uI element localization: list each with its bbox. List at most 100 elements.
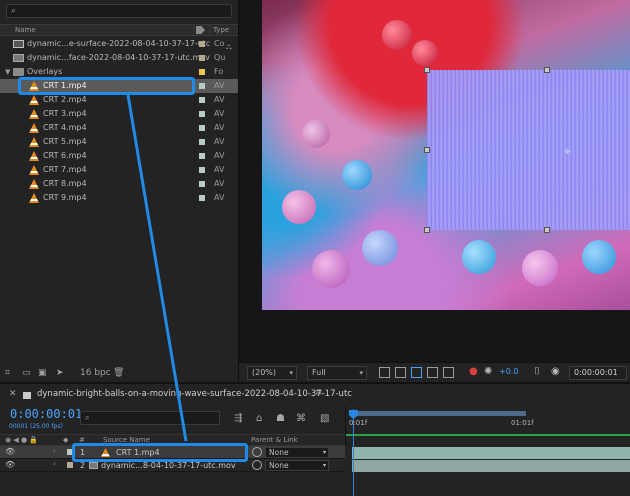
new-folder-icon[interactable]: ▭ bbox=[22, 368, 31, 378]
parent-dropdown[interactable]: None ▾ bbox=[265, 447, 329, 458]
comp-mini-flowchart-icon[interactable]: ⇶ bbox=[234, 413, 242, 424]
project-item[interactable]: CRT 8.mp4 AV bbox=[0, 177, 238, 191]
chevron-right-icon[interactable]: › bbox=[53, 447, 56, 455]
label-tag-icon[interactable] bbox=[196, 26, 205, 34]
close-icon[interactable]: ✕ bbox=[9, 389, 17, 399]
grid-icon[interactable] bbox=[427, 367, 438, 378]
work-area-bar[interactable] bbox=[350, 411, 526, 416]
project-item-type: AV bbox=[214, 123, 225, 132]
graph-editor-icon[interactable]: ▧ bbox=[320, 413, 329, 424]
panel-menu-icon[interactable]: ≡ bbox=[315, 388, 323, 398]
timeline-tab[interactable]: ✕ dynamic-bright-balls-on-a-moving-wave-… bbox=[0, 384, 630, 406]
bit-depth-button[interactable]: 16 bpc bbox=[80, 368, 111, 378]
project-item-type: AV bbox=[214, 151, 225, 160]
composition-icon bbox=[13, 40, 24, 48]
transparency-grid-icon[interactable] bbox=[395, 367, 406, 378]
transform-handle[interactable] bbox=[424, 147, 430, 153]
label-swatch[interactable] bbox=[199, 167, 205, 173]
layer-duration-bar[interactable] bbox=[352, 460, 630, 472]
eye-icon[interactable]: 👁 bbox=[5, 460, 15, 469]
pick-whip-icon[interactable] bbox=[252, 460, 262, 470]
project-item-name: CRT 9.mp4 bbox=[43, 193, 87, 202]
label-tag-icon[interactable]: ◆ bbox=[63, 435, 68, 446]
new-composition-icon[interactable]: ▣ bbox=[38, 368, 47, 378]
color-management-icon[interactable]: ✺ bbox=[484, 366, 492, 377]
anchor-point-icon[interactable]: ⌖ bbox=[564, 145, 576, 157]
project-item[interactable]: CRT 3.mp4 AV bbox=[0, 107, 238, 121]
composition-viewer: ⌖ (20%) ▾ Full ▾ ● ✺ +0.0 ⌷ ◉ 0:00:00:01 bbox=[238, 0, 630, 382]
label-swatch[interactable] bbox=[199, 97, 205, 103]
ball bbox=[302, 120, 330, 148]
region-of-interest-icon[interactable] bbox=[379, 367, 390, 378]
frame-blending-icon[interactable]: ⌘ bbox=[296, 413, 306, 424]
label-swatch[interactable] bbox=[199, 111, 205, 117]
guides-icon[interactable] bbox=[443, 367, 454, 378]
label-swatch[interactable] bbox=[199, 139, 205, 145]
pick-whip-icon[interactable] bbox=[252, 447, 262, 457]
transform-handle[interactable] bbox=[544, 227, 550, 233]
magnification-dropdown[interactable]: (20%) ▾ bbox=[247, 366, 297, 380]
current-time-line bbox=[353, 409, 354, 496]
label-swatch[interactable] bbox=[199, 69, 205, 75]
project-item[interactable]: CRT 6.mp4 AV bbox=[0, 149, 238, 163]
layer-duration-bar[interactable] bbox=[352, 447, 630, 459]
chevron-right-icon[interactable]: › bbox=[53, 460, 56, 468]
settings-icon[interactable]: ➤ bbox=[56, 368, 64, 378]
trash-icon[interactable]: 🗑 bbox=[113, 368, 124, 378]
interpret-footage-icon[interactable]: ⌗ bbox=[5, 368, 10, 378]
exposure-value[interactable]: +0.0 bbox=[499, 367, 518, 376]
ball bbox=[282, 190, 316, 224]
label-swatch[interactable] bbox=[199, 181, 205, 187]
color-channels-icon[interactable]: ● bbox=[469, 366, 478, 377]
snapshot-icon[interactable]: ⌷ bbox=[534, 366, 540, 377]
crt-layer-overlay[interactable] bbox=[427, 70, 630, 230]
label-swatch[interactable] bbox=[199, 195, 205, 201]
viewer-timecode-value: 0:00:00:01 bbox=[574, 368, 618, 377]
timeline-search-input[interactable]: ⌕ bbox=[80, 411, 220, 425]
project-item[interactable]: CRT 2.mp4 AV bbox=[0, 93, 238, 107]
chevron-down-icon: ▾ bbox=[359, 369, 363, 377]
vlc-icon bbox=[29, 165, 39, 175]
av-features-icon[interactable]: ◉ ◀ ● 🔒 bbox=[5, 435, 38, 446]
label-swatch[interactable] bbox=[199, 153, 205, 159]
transform-handle[interactable] bbox=[424, 67, 430, 73]
current-time-display[interactable]: 0:00:00:01 bbox=[10, 407, 82, 421]
time-ruler[interactable]: 0:01f 01:01f bbox=[345, 406, 630, 446]
chevron-down-icon: ▾ bbox=[322, 462, 326, 469]
vlc-icon bbox=[29, 193, 39, 203]
project-item[interactable]: CRT 4.mp4 AV bbox=[0, 121, 238, 135]
label-swatch[interactable] bbox=[199, 83, 205, 89]
mask-visibility-icon[interactable] bbox=[411, 367, 422, 378]
project-panel: ⌕ Name Type dynamic...e-surface-2022-08-… bbox=[0, 0, 238, 382]
project-search-input[interactable]: ⌕ bbox=[6, 4, 232, 18]
shy-layers-icon[interactable]: ☗ bbox=[276, 413, 285, 424]
project-item[interactable]: CRT 5.mp4 AV bbox=[0, 135, 238, 149]
vlc-icon bbox=[29, 123, 39, 133]
transform-handle[interactable] bbox=[424, 227, 430, 233]
parent-link-header[interactable]: Parent & Link bbox=[251, 435, 298, 446]
project-item[interactable]: CRT 9.mp4 AV bbox=[0, 191, 238, 205]
project-item[interactable]: dynamic...e-surface-2022-08-04-10-37-17-… bbox=[0, 37, 238, 51]
column-name[interactable]: Name bbox=[15, 25, 36, 36]
column-type[interactable]: Type bbox=[213, 25, 229, 36]
layer-label-color[interactable] bbox=[67, 462, 73, 468]
viewer-timecode[interactable]: 0:00:00:01 bbox=[569, 366, 627, 380]
label-swatch[interactable] bbox=[199, 55, 205, 61]
chevron-down-icon[interactable]: ▼ bbox=[5, 65, 10, 79]
search-icon: ⌕ bbox=[11, 6, 17, 16]
label-swatch[interactable] bbox=[199, 41, 205, 47]
transform-handle[interactable] bbox=[544, 67, 550, 73]
composition-frame[interactable]: ⌖ bbox=[262, 0, 630, 310]
parent-dropdown[interactable]: None ▾ bbox=[265, 460, 329, 471]
timeline-tab-title: dynamic-bright-balls-on-a-moving-wave-su… bbox=[37, 389, 352, 399]
project-item[interactable]: CRT 7.mp4 AV bbox=[0, 163, 238, 177]
magnification-value: (20%) bbox=[252, 368, 277, 377]
project-item[interactable]: dynamic...face-2022-08-04-10-37-17-utc.m… bbox=[0, 51, 238, 65]
label-swatch[interactable] bbox=[199, 125, 205, 131]
resolution-dropdown[interactable]: Full ▾ bbox=[307, 366, 367, 380]
draft-3d-icon[interactable]: ⌂ bbox=[256, 413, 262, 424]
eye-icon[interactable]: 👁 bbox=[5, 447, 15, 456]
parent-value: None bbox=[269, 461, 289, 470]
show-snapshot-icon[interactable]: ◉ bbox=[551, 366, 560, 377]
footage-icon bbox=[89, 462, 98, 469]
